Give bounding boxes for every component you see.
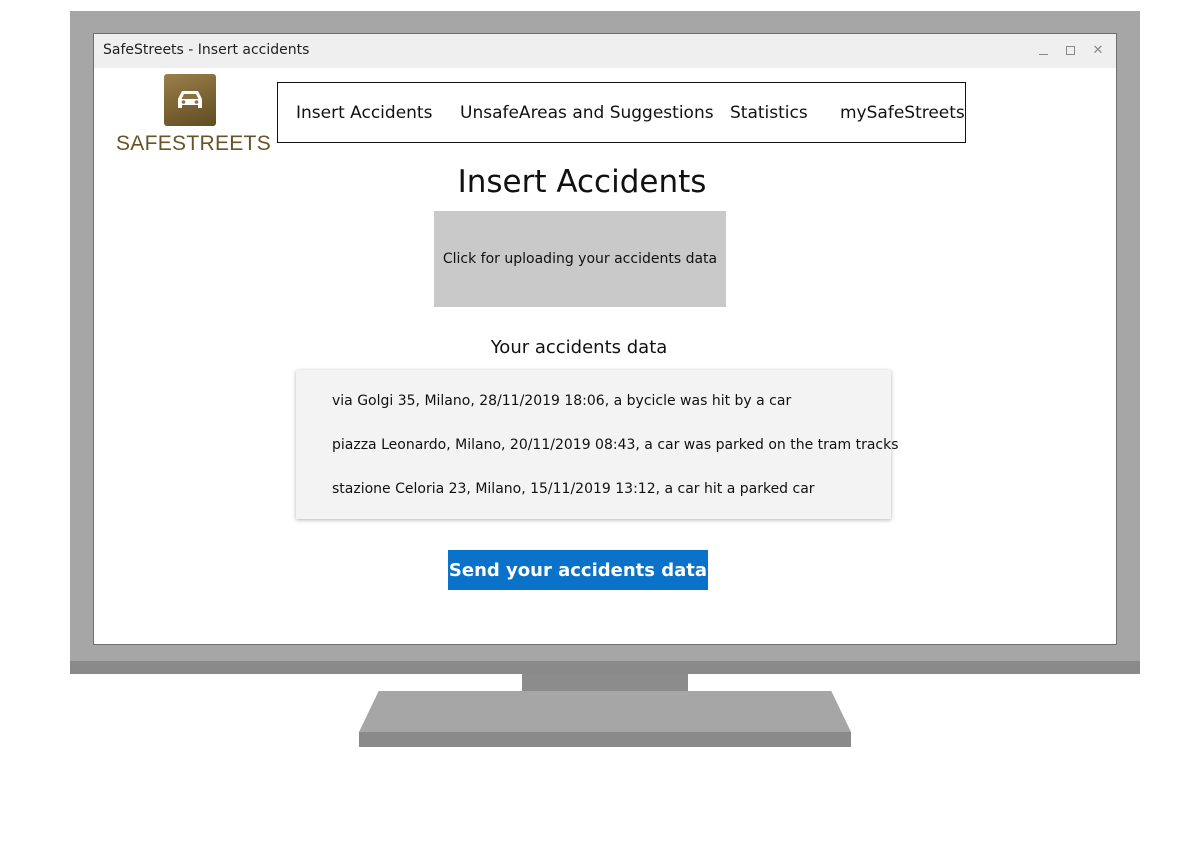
nav-mysafestreets[interactable]: mySafeStreets <box>840 103 965 123</box>
stage: SafeStreets - Insert accidents ✕ SAFESTR… <box>0 0 1191 859</box>
nav-statistics[interactable]: Statistics <box>730 103 808 123</box>
accidents-data-title: Your accidents data <box>490 337 668 358</box>
maximize-icon[interactable] <box>1061 41 1079 59</box>
window-title: SafeStreets - Insert accidents <box>103 42 310 58</box>
car-icon <box>164 74 216 126</box>
logo-text: SAFESTREETS <box>116 132 271 155</box>
list-item[interactable]: piazza Leonardo, Milano, 20/11/2019 08:4… <box>332 437 899 453</box>
page-title: Insert Accidents <box>457 164 707 200</box>
main-nav: Insert Accidents UnsafeAreas and Suggest… <box>277 82 966 143</box>
list-item[interactable]: via Golgi 35, Milano, 28/11/2019 18:06, … <box>332 393 791 409</box>
nav-insert-accidents[interactable]: Insert Accidents <box>296 103 432 123</box>
app-window: SafeStreets - Insert accidents ✕ SAFESTR… <box>93 33 1117 645</box>
title-bar: SafeStreets - Insert accidents ✕ <box>94 34 1116 68</box>
minimize-icon[interactable] <box>1034 41 1052 59</box>
accidents-list: via Golgi 35, Milano, 28/11/2019 18:06, … <box>296 370 899 519</box>
app-logo: SAFESTREETS <box>114 74 271 164</box>
send-data-button[interactable]: Send your accidents data <box>448 550 708 590</box>
upload-button[interactable]: Click for uploading your accidents data <box>434 211 726 307</box>
monitor-base-edge <box>359 732 851 747</box>
monitor-base <box>359 691 851 732</box>
monitor-bezel <box>70 661 1140 674</box>
list-item[interactable]: stazione Celoria 23, Milano, 15/11/2019 … <box>332 481 815 497</box>
close-icon[interactable]: ✕ <box>1089 41 1107 59</box>
nav-unsafe-areas[interactable]: UnsafeAreas and Suggestions <box>460 103 714 123</box>
